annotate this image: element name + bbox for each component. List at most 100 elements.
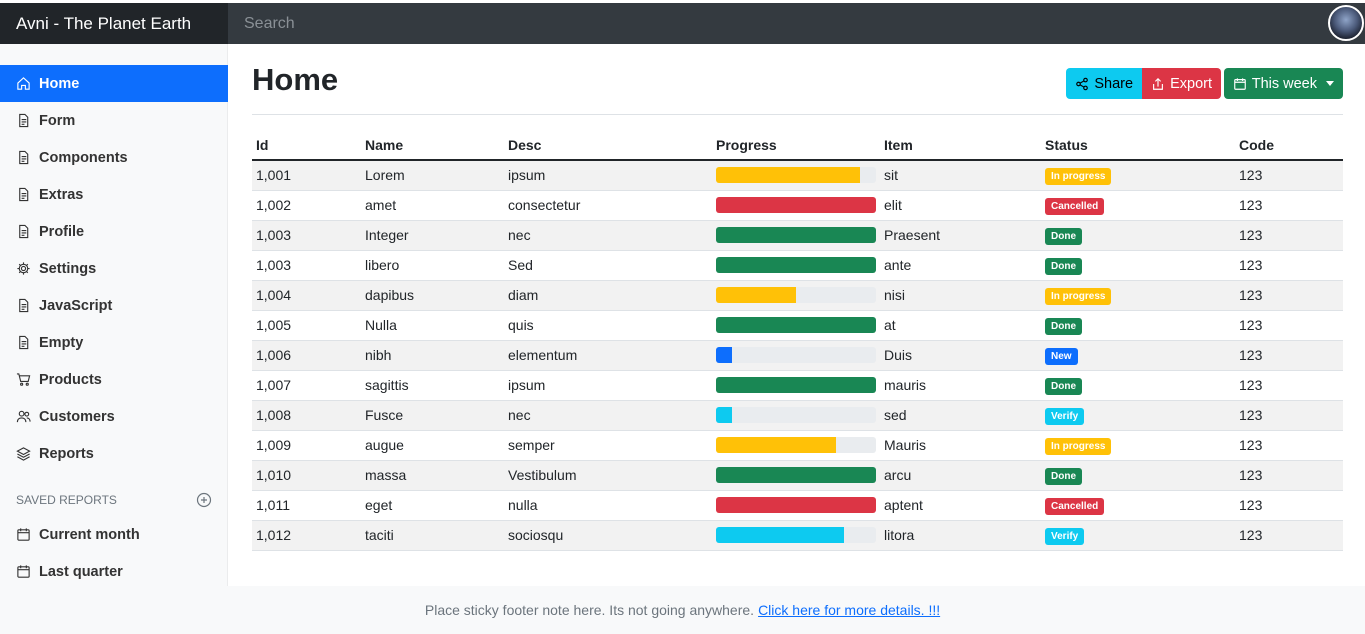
cell-progress [712,250,880,281]
table-row[interactable]: 1,003 Integer nec Praesent Done 123 [252,220,1343,251]
table-row[interactable]: 1,012 taciti sociosqu litora Verify 123 [252,520,1343,551]
cell-status: In progress [1041,280,1235,311]
avatar[interactable] [1328,5,1364,41]
column-header-progress[interactable]: Progress [712,130,880,161]
cell-status: Done [1041,370,1235,401]
top-navbar: Avni - The Planet Earth [0,0,1365,44]
sidebar-item-products[interactable]: Products [0,361,228,398]
status-badge: Done [1045,467,1082,485]
cell-id: 1,004 [252,280,361,311]
cell-status: Verify [1041,520,1235,551]
cell-progress [712,190,880,221]
plus-circle-icon[interactable] [196,492,212,508]
cell-id: 1,008 [252,400,361,431]
file-icon [19,224,29,239]
saved-report-label: Current month [39,526,140,543]
saved-reports-title: SAVED REPORTS [16,493,117,507]
status-badge: In progress [1045,167,1112,185]
table-row[interactable]: 1,002 amet consectetur elit Cancelled 123 [252,190,1343,221]
cell-code: 123 [1235,280,1343,311]
share-button[interactable]: Share [1066,68,1143,99]
table-row[interactable]: 1,007 sagittis ipsum mauris Done 123 [252,370,1343,401]
export-button[interactable]: Export [1142,68,1221,99]
cell-code: 123 [1235,430,1343,461]
sidebar-item-components[interactable]: Components [0,139,228,176]
cell-desc: elementum [504,340,712,371]
sidebar-item-label: JavaScript [39,297,113,314]
saved-report-last-quarter[interactable]: Last quarter [0,553,228,590]
progress-fill [716,227,876,243]
sidebar-item-settings[interactable]: Settings [0,250,228,287]
column-header-item[interactable]: Item [880,130,1041,161]
cell-code: 123 [1235,370,1343,401]
sidebar-item-javascript[interactable]: JavaScript [0,287,228,324]
sidebar-item-home[interactable]: Home [0,65,228,102]
sidebar-item-reports[interactable]: Reports [0,435,228,472]
cell-id: 1,005 [252,310,361,341]
share-icon [1076,77,1089,90]
table-row[interactable]: 1,009 augue semper Mauris In progress 123 [252,430,1343,461]
sidebar-item-empty[interactable]: Empty [0,324,228,361]
progress-bar [716,347,876,363]
cell-progress [712,430,880,461]
column-header-desc[interactable]: Desc [504,130,712,161]
share-label: Share [1094,75,1134,92]
table-row[interactable]: 1,006 nibh elementum Duis New 123 [252,340,1343,371]
table-row[interactable]: 1,001 Lorem ipsum sit In progress 123 [252,160,1343,191]
home-icon [17,77,30,90]
file-icon [19,335,29,350]
file-icon [19,187,29,202]
status-badge: New [1045,347,1078,365]
table-row[interactable]: 1,011 eget nulla aptent Cancelled 123 [252,490,1343,521]
cell-name: massa [361,460,504,491]
cell-desc: Vestibulum [504,460,712,491]
status-badge: Verify [1045,407,1085,425]
cell-name: amet [361,190,504,221]
search-input[interactable] [228,3,1365,44]
cell-progress [712,370,880,401]
footer-details-link[interactable]: Click here for more details. !!! [758,602,940,618]
column-header-id[interactable]: Id [252,130,361,161]
sidebar-item-extras[interactable]: Extras [0,176,228,213]
progress-bar [716,377,876,393]
table-body: 1,001 Lorem ipsum sit In progress 123 1,002 ame… [252,160,1343,551]
brand-title[interactable]: Avni - The Planet Earth [0,3,228,44]
column-header-status[interactable]: Status [1041,130,1235,161]
cell-code: 123 [1235,220,1343,251]
users-icon [16,410,31,423]
cell-item: at [880,310,1041,341]
cell-code: 123 [1235,160,1343,191]
sidebar-item-label: Customers [39,408,115,425]
progress-fill [716,497,876,513]
table-row[interactable]: 1,008 Fusce nec sed Verify 123 [252,400,1343,431]
cell-desc: nec [504,400,712,431]
data-table: Id Name Desc Progress Item Status Code 1,001 Lo… [252,130,1343,551]
cell-item: Praesent [880,220,1041,251]
cell-id: 1,010 [252,460,361,491]
table-row[interactable]: 1,005 Nulla quis at Done 123 [252,310,1343,341]
status-badge: Cancelled [1045,497,1105,515]
column-header-name[interactable]: Name [361,130,504,161]
sidebar-item-customers[interactable]: Customers [0,398,228,435]
table-row[interactable]: 1,003 libero Sed ante Done 123 [252,250,1343,281]
saved-report-current-month[interactable]: Current month [0,516,228,553]
progress-bar [716,197,876,213]
saved-report-label: Last quarter [39,563,123,580]
cell-code: 123 [1235,490,1343,521]
export-label: Export [1170,75,1212,92]
progress-bar [716,167,876,184]
cell-status: Done [1041,220,1235,251]
cell-name: libero [361,250,504,281]
cell-item: mauris [880,370,1041,401]
sidebar-item-profile[interactable]: Profile [0,213,228,250]
sidebar-item-form[interactable]: Form [0,102,228,139]
table-row[interactable]: 1,004 dapibus diam nisi In progress 123 [252,280,1343,311]
this-week-dropdown[interactable]: This week [1223,68,1343,99]
status-badge: Done [1045,227,1082,245]
cell-status: In progress [1041,160,1235,191]
table-row[interactable]: 1,010 massa Vestibulum arcu Done 123 [252,460,1343,491]
sidebar-item-label: Components [39,149,128,166]
status-badge: Cancelled [1045,197,1105,215]
column-header-code[interactable]: Code [1235,130,1343,161]
table-header-row: Id Name Desc Progress Item Status Code [252,130,1343,161]
